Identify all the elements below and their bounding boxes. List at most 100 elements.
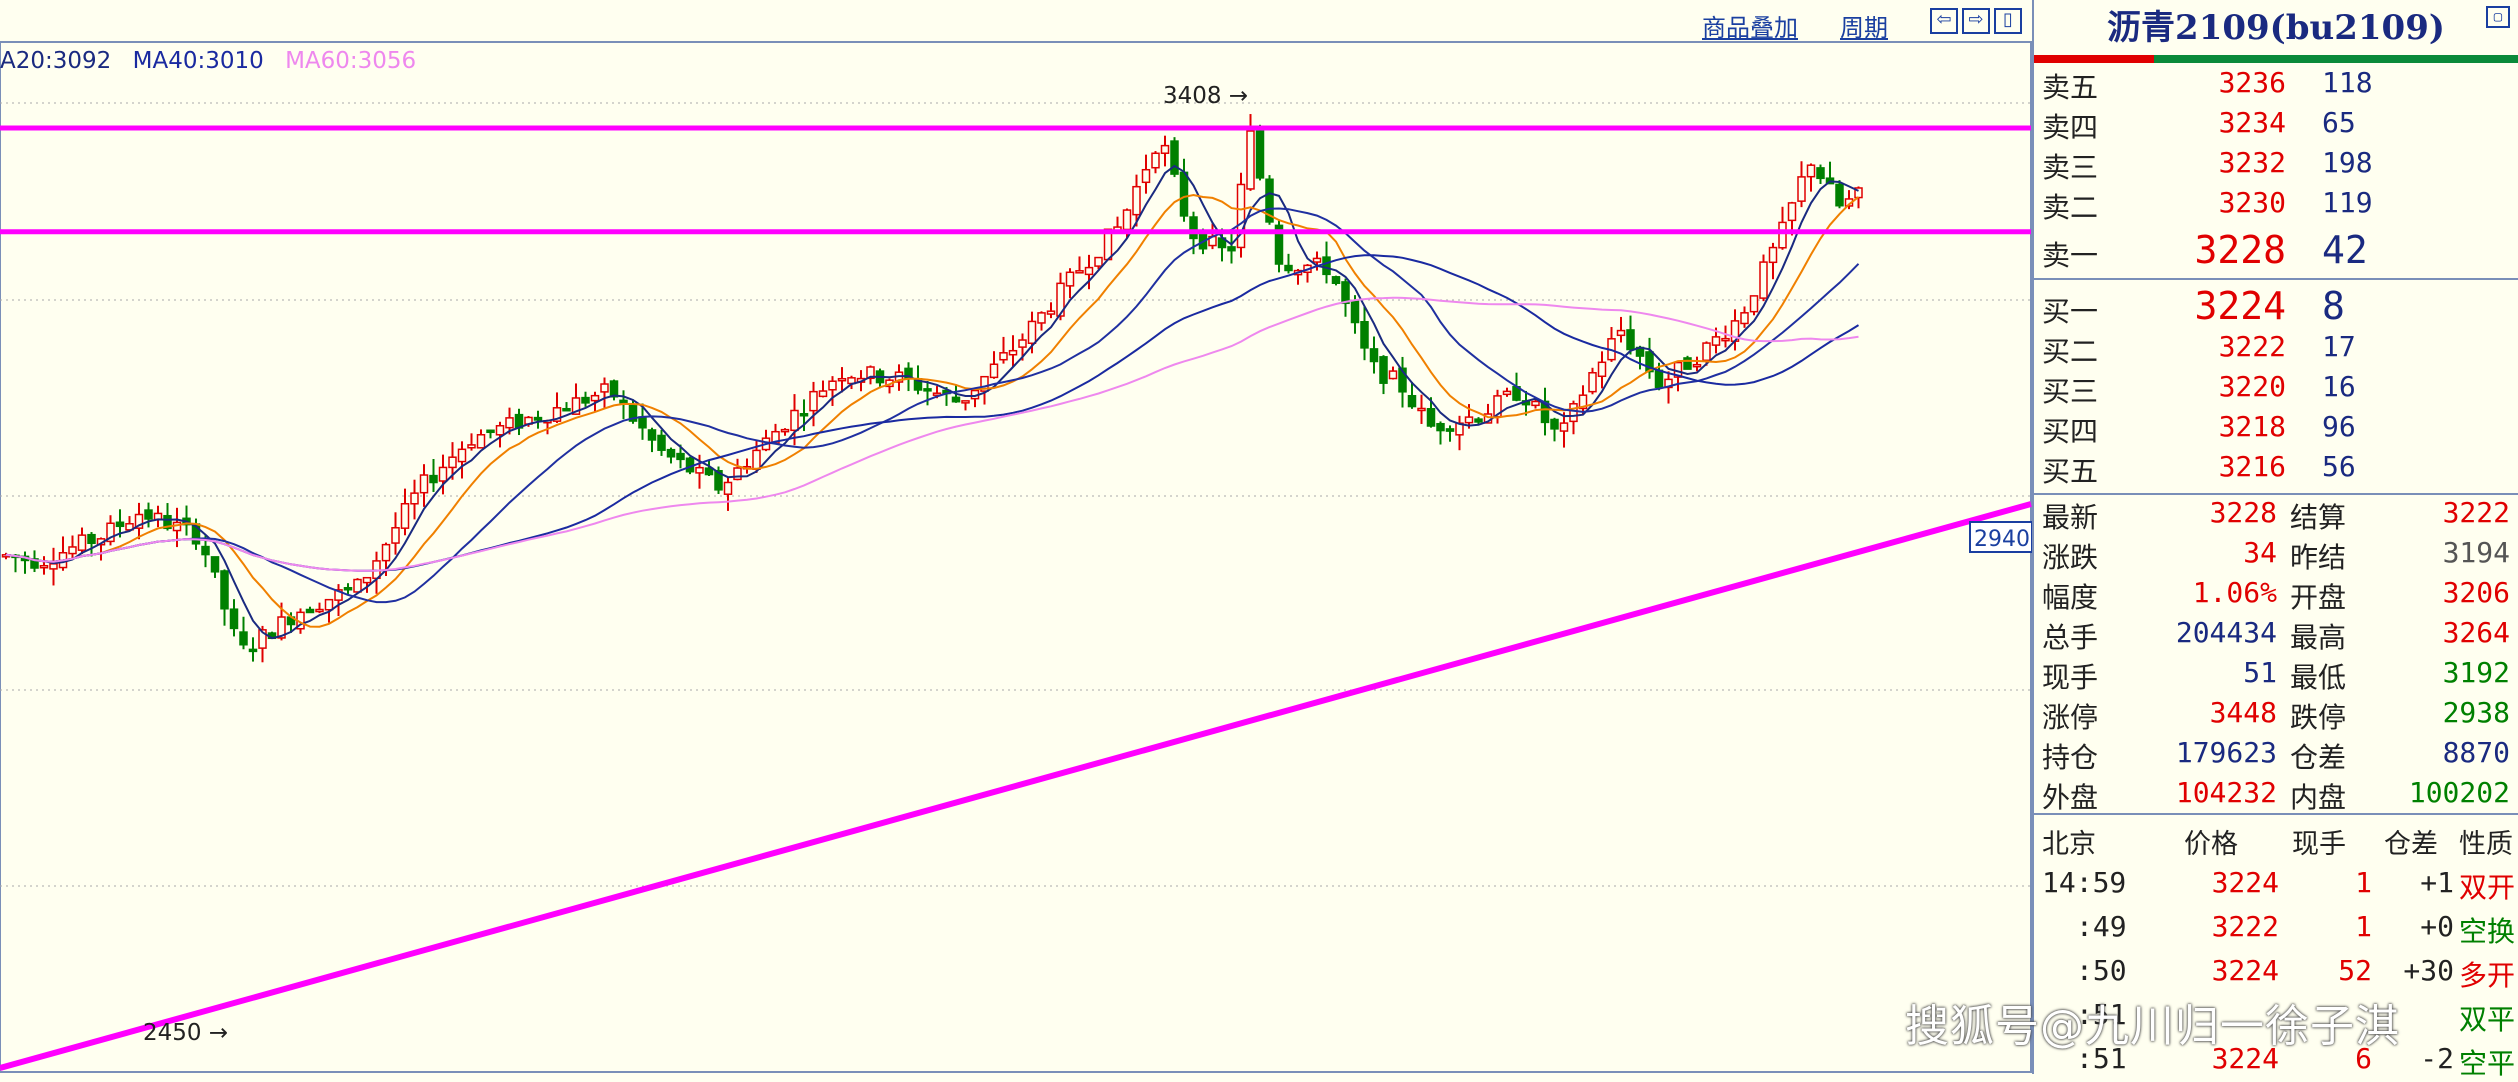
candle-down xyxy=(1816,167,1825,180)
candle-up xyxy=(989,363,999,379)
candle-up xyxy=(1084,266,1094,276)
candle-up xyxy=(752,449,761,470)
layout-toggle-icon[interactable]: ▯ xyxy=(1994,8,2022,34)
candle-up xyxy=(1806,164,1816,178)
sentiment-bar-red xyxy=(2034,55,2154,63)
ask-price: 3230 xyxy=(2218,186,2286,219)
bid-row: 买一 3224 8 xyxy=(2042,284,2512,328)
candle-up xyxy=(1768,246,1778,264)
stat-value: 3448 xyxy=(2209,696,2277,729)
candle-down xyxy=(1369,348,1379,363)
scroll-left-icon[interactable]: ⇦ xyxy=(1930,8,1958,34)
candle-up xyxy=(49,563,58,570)
stat-label: 最新 xyxy=(2042,501,2099,534)
candle-up xyxy=(1094,256,1103,267)
candle-down xyxy=(581,396,590,404)
candle-up xyxy=(790,409,799,432)
stat-item: 最高 3264 xyxy=(2290,616,2510,656)
bid-level-label: 买二 xyxy=(2042,335,2099,368)
stat-label: 外盘 xyxy=(2042,781,2099,814)
window-restore-icon[interactable]: ▢ xyxy=(2486,6,2510,28)
candle-up xyxy=(1246,130,1255,190)
candle-up xyxy=(77,534,87,551)
candle-down xyxy=(115,521,125,528)
candle-down xyxy=(1550,418,1559,430)
period-button[interactable]: 周期 xyxy=(1840,8,1888,43)
bid-level-label: 买一 xyxy=(2042,295,2099,328)
ma60-line xyxy=(5,296,1859,572)
stat-item: 仓差 8870 xyxy=(2290,736,2510,776)
candle-up xyxy=(1075,270,1084,274)
stat-value: 1.06% xyxy=(2192,576,2277,609)
ask-row: 卖二 3230 119 xyxy=(2042,186,2512,226)
tick-nature: 双平 xyxy=(2459,1003,2516,1036)
stat-item: 最新 3228 xyxy=(2042,496,2277,536)
bid-price: 3220 xyxy=(2218,370,2286,403)
low-price-label: 2450 → xyxy=(143,1020,228,1046)
tick-price: 3222 xyxy=(2211,910,2279,943)
candle-up xyxy=(1597,361,1607,378)
candle-up xyxy=(828,380,837,391)
candle-up xyxy=(1711,336,1721,346)
ma40-line xyxy=(5,254,1860,572)
candle-down xyxy=(144,509,153,520)
stat-item: 昨结 3194 xyxy=(2290,536,2510,576)
tick-header: 北京 xyxy=(2042,829,2096,860)
candle-up xyxy=(381,543,391,562)
tick-oi-change: +30 xyxy=(2403,954,2454,987)
candle-up xyxy=(1160,144,1170,154)
ask-row: 卖五 3236 118 xyxy=(2042,66,2512,106)
candle-up xyxy=(1236,183,1246,249)
candle-down xyxy=(1445,428,1455,432)
stat-value: 104232 xyxy=(2175,776,2277,809)
bid-volume: 96 xyxy=(2322,410,2356,443)
kline-chart[interactable]: 3408 → 2450 → 2940 xyxy=(0,0,2032,1074)
candle-down xyxy=(1835,183,1844,207)
ask-volume: 119 xyxy=(2322,186,2373,219)
tick-volume: 1 xyxy=(2355,910,2372,943)
ask-level-label: 卖二 xyxy=(2042,191,2099,224)
bid-level-label: 买三 xyxy=(2042,375,2099,408)
ask-row: 卖三 3232 198 xyxy=(2042,146,2512,186)
candle-down xyxy=(1170,140,1179,175)
candle-down xyxy=(1360,321,1369,349)
candle-down xyxy=(305,608,315,614)
stat-item: 涨跌 34 xyxy=(2042,536,2277,576)
bid-volume: 17 xyxy=(2322,330,2356,363)
ask-row: 卖一 3228 42 xyxy=(2042,228,2512,272)
candle-up xyxy=(68,546,77,555)
candle-down xyxy=(1407,394,1417,408)
candle-up xyxy=(809,390,818,412)
candle-up xyxy=(695,466,704,474)
candle-up xyxy=(1502,390,1512,396)
sentiment-bar-green xyxy=(2154,55,2518,63)
candle-up xyxy=(362,576,372,584)
scroll-right-icon[interactable]: ⇨ xyxy=(1962,8,1990,34)
kline-chart-panel[interactable]: 3408 → 2450 → 2940 商品叠加 周期 ⇦ ⇨ ▯ A20:3092 … xyxy=(0,0,2032,1074)
tick-oi-change: +1 xyxy=(2420,866,2454,899)
ask-row: 卖四 3234 65 xyxy=(2042,106,2512,146)
candle-down xyxy=(1350,300,1360,324)
candle-up xyxy=(1046,310,1056,315)
candle-up xyxy=(410,492,419,505)
bid-row: 买二 3222 17 xyxy=(2042,330,2512,370)
candle-up xyxy=(419,474,429,494)
candle-down xyxy=(220,570,229,610)
stat-label: 仓差 xyxy=(2290,741,2347,774)
tick-time: :50 xyxy=(2076,954,2127,987)
candle-down xyxy=(87,533,96,545)
overlay-button[interactable]: 商品叠加 xyxy=(1702,8,1798,43)
tick-header: 价格 xyxy=(2184,829,2238,860)
candle-up xyxy=(837,377,847,382)
candle-up xyxy=(1759,261,1768,299)
stat-value: 3228 xyxy=(2209,496,2277,529)
candle-down xyxy=(1322,256,1331,276)
stat-value: 3194 xyxy=(2442,536,2510,569)
ma20-label: A20:3092 xyxy=(0,48,112,74)
candle-up xyxy=(1531,400,1540,407)
tick-price: 3224 xyxy=(2211,954,2279,987)
stat-label: 涨跌 xyxy=(2042,541,2099,574)
tick-nature: 双开 xyxy=(2459,871,2516,904)
candle-down xyxy=(666,448,676,458)
stat-value: 3192 xyxy=(2442,656,2510,689)
